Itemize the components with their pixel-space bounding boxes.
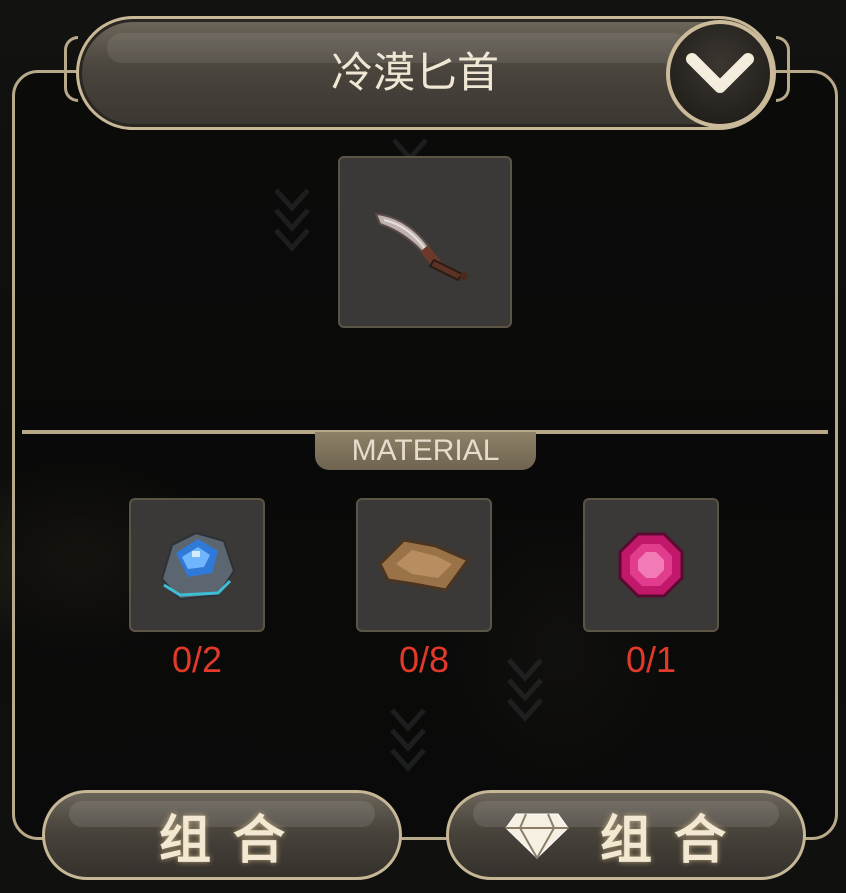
material-count: 0/8 xyxy=(398,639,450,680)
material-slot[interactable] xyxy=(129,498,265,632)
combine-button[interactable]: 组合 xyxy=(42,790,402,880)
gem-combine-button-label: 组合 xyxy=(599,810,748,871)
material-slot[interactable] xyxy=(356,498,492,632)
material-count: 0/2 xyxy=(171,639,223,680)
blue-ore-icon xyxy=(160,531,236,601)
pink-gem-icon xyxy=(618,532,684,598)
collapse-button[interactable] xyxy=(666,20,774,128)
diamond-icon xyxy=(505,813,569,859)
title-bracket-right xyxy=(776,36,790,102)
combine-button-label: 组合 xyxy=(158,810,307,871)
item-title: 冷漠匕首 xyxy=(330,48,499,97)
material-section-label: MATERIAL xyxy=(315,432,536,470)
chevron-down-icon xyxy=(686,53,754,93)
material-count: 0/1 xyxy=(625,639,677,680)
material-slot[interactable] xyxy=(583,498,719,632)
result-item-slot[interactable] xyxy=(338,156,512,328)
gem-combine-button[interactable]: 组合 xyxy=(446,790,806,880)
leather-hide-icon xyxy=(378,538,471,592)
dagger-icon xyxy=(374,212,468,282)
